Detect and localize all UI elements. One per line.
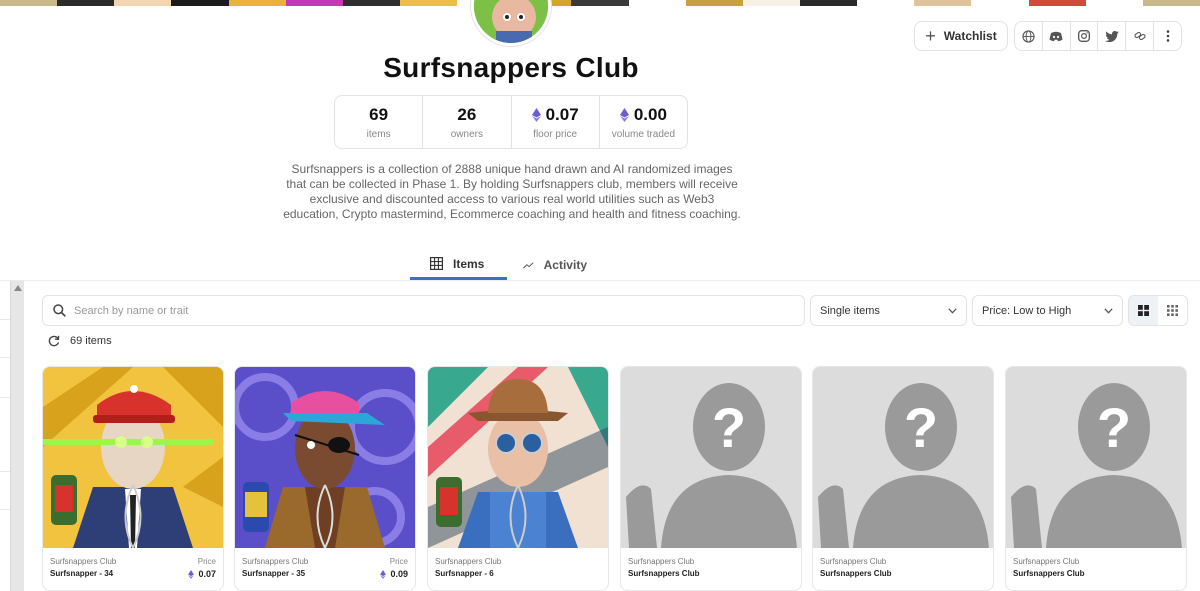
nft-card[interactable]: ? Surfsnappers Club Surfsnappers Club: [812, 366, 994, 591]
small-grid-view-button[interactable]: [1158, 296, 1187, 325]
svg-text:?: ?: [712, 396, 746, 459]
tab-label: Activity: [543, 258, 587, 272]
search-input[interactable]: [74, 304, 774, 317]
nft-image: [428, 367, 608, 548]
website-icon[interactable]: [1015, 22, 1043, 50]
card-name: Surfsnappers Club: [628, 569, 700, 578]
stat-label: owners: [450, 128, 483, 140]
nft-card[interactable]: ? Surfsnappers Club Surfsnappers Club: [1005, 366, 1187, 591]
placeholder-image: ?: [1006, 367, 1186, 548]
social-links: [1014, 21, 1182, 51]
card-name: Surfsnappers Club: [820, 569, 892, 578]
stat-volume-traded: 0.00 volume traded: [600, 96, 687, 148]
placeholder-image: ?: [813, 367, 993, 548]
collection-description: Surfsnappers is a collection of 2888 uni…: [283, 162, 741, 221]
plus-icon: +: [925, 26, 936, 46]
stat-label: volume traded: [611, 128, 676, 140]
nft-card[interactable]: Surfsnappers Club Surfsnapper - 34 Price…: [42, 366, 224, 591]
refresh-icon[interactable]: [48, 335, 60, 347]
scrollbar[interactable]: [10, 281, 24, 591]
eth-icon: [188, 569, 195, 579]
card-name: Surfsnapper - 6: [435, 569, 494, 578]
chevron-down-icon: [948, 307, 957, 314]
eth-icon: [619, 107, 629, 122]
collection-tabs: Items Activity: [410, 250, 607, 280]
large-grid-view-button[interactable]: [1129, 296, 1158, 325]
stat-value: 0.00: [633, 104, 667, 124]
stat-value: 0.07: [545, 104, 579, 124]
discord-icon[interactable]: [1043, 22, 1071, 50]
large-grid-icon: [1138, 305, 1149, 316]
card-collection: Surfsnappers Club: [628, 557, 695, 566]
items-count: 69 items: [70, 335, 112, 347]
stat-value: 26: [457, 104, 477, 124]
tabs-divider: [0, 280, 1200, 281]
stat-label: items: [366, 128, 391, 140]
scroll-up-arrow-icon[interactable]: [14, 285, 22, 291]
collection-banner: [0, 0, 1200, 6]
left-margin: [0, 281, 10, 591]
price-value: 0.07: [198, 569, 216, 579]
svg-text:?: ?: [904, 396, 938, 459]
svg-text:?: ?: [1097, 396, 1131, 459]
collection-title: Surfsnappers Club: [383, 52, 639, 83]
placeholder-image: ?: [621, 367, 801, 548]
view-toggle: [1128, 295, 1188, 326]
grid-icon: [430, 257, 443, 270]
price-label: Price: [197, 557, 216, 566]
price-label: Price: [389, 557, 408, 566]
sort-select[interactable]: Price: Low to High: [972, 295, 1123, 326]
stat-items: 69 items: [335, 96, 424, 148]
more-icon[interactable]: [1154, 22, 1181, 50]
watchlist-button[interactable]: + Watchlist: [914, 21, 1008, 51]
twitter-icon[interactable]: [1098, 22, 1127, 50]
tab-activity[interactable]: Activity: [507, 250, 607, 280]
card-name: Surfsnappers Club: [1013, 569, 1085, 578]
stat-label: floor price: [533, 128, 578, 140]
collection-stats: 69 items 26 owners 0.07 floor price 0.00…: [334, 95, 688, 149]
nft-image: [43, 367, 223, 548]
select-value: Single items: [820, 304, 880, 317]
small-grid-icon: [1167, 305, 1178, 316]
eth-icon: [380, 569, 387, 579]
nft-card[interactable]: Surfsnappers Club Surfsnapper - 35 Price…: [234, 366, 416, 591]
activity-line-icon: [523, 261, 534, 269]
stat-floor-price: 0.07 floor price: [512, 96, 600, 148]
nft-image: [235, 367, 415, 548]
results-count-row: 69 items: [48, 335, 112, 347]
stat-value: 69: [369, 104, 389, 124]
select-value: Price: Low to High: [982, 304, 1072, 317]
eth-icon: [531, 107, 541, 122]
search-bar[interactable]: [42, 295, 805, 326]
tab-items[interactable]: Items: [410, 250, 507, 280]
card-collection: Surfsnappers Club: [1013, 557, 1080, 566]
nft-card[interactable]: Surfsnappers Club Surfsnapper - 6: [427, 366, 609, 591]
price-value: 0.09: [390, 569, 408, 579]
card-collection: Surfsnappers Club: [820, 557, 887, 566]
link-icon[interactable]: [1126, 22, 1155, 50]
tab-label: Items: [453, 256, 485, 271]
nft-card[interactable]: ? Surfsnappers Club Surfsnappers Club: [620, 366, 802, 591]
card-collection: Surfsnappers Club: [435, 557, 502, 566]
chevron-down-icon: [1104, 307, 1113, 314]
instagram-icon[interactable]: [1071, 22, 1099, 50]
item-type-select[interactable]: Single items: [810, 295, 967, 326]
search-icon: [53, 304, 66, 317]
collection-avatar: [471, 0, 551, 46]
watchlist-label: Watchlist: [943, 29, 997, 43]
stat-owners: 26 owners: [423, 96, 512, 148]
